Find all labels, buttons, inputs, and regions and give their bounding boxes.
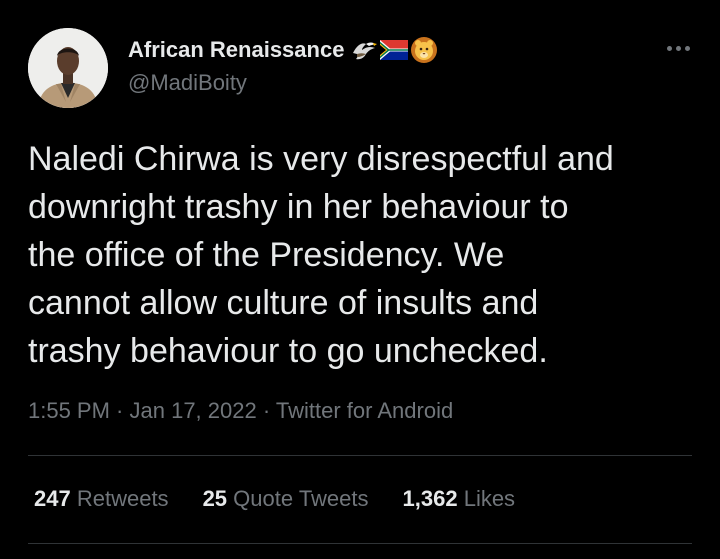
display-name-text: African Renaissance bbox=[128, 37, 345, 62]
likes-count: 1,362 bbox=[402, 486, 458, 511]
tweet-time[interactable]: 1:55 PM bbox=[28, 398, 110, 423]
more-dot bbox=[684, 45, 690, 51]
meta-separator: · bbox=[256, 398, 276, 423]
display-name[interactable]: African Renaissance bbox=[128, 36, 438, 64]
lion-face-emoji-icon bbox=[410, 36, 438, 64]
quote-tweets-label: Quote Tweets bbox=[233, 486, 369, 511]
name-emojis bbox=[348, 36, 438, 64]
retweets-label: Retweets bbox=[76, 486, 169, 511]
tweet-date[interactable]: Jan 17, 2022 bbox=[130, 398, 257, 423]
tweet-text-line: trashy behaviour to go unchecked. bbox=[28, 332, 548, 370]
divider bbox=[28, 455, 692, 456]
likes-label: Likes bbox=[463, 486, 516, 511]
tweet-text-line: Naledi Chirwa is very disrespectful and bbox=[28, 140, 614, 178]
avatar[interactable] bbox=[28, 28, 108, 108]
eagle-emoji-icon bbox=[350, 36, 378, 64]
person-avatar-icon bbox=[28, 28, 108, 108]
meta-separator: · bbox=[109, 398, 130, 423]
divider bbox=[28, 543, 692, 544]
retweets-stat[interactable]: 247 Retweets bbox=[34, 486, 169, 512]
more-dots-icon bbox=[666, 45, 672, 51]
tweet-text-line: downright trashy in her behaviour to bbox=[28, 188, 569, 226]
tweet-text-line: the office of the Presidency. We bbox=[28, 236, 505, 274]
retweets-count: 247 bbox=[34, 486, 71, 511]
tweet-text-line: cannot allow culture of insults and bbox=[28, 284, 539, 322]
tweet-card: African Renaissance @MadiBoity Naledi Ch… bbox=[0, 0, 720, 559]
engagement-stats: 247 Retweets 25 Quote Tweets 1,362 Likes bbox=[34, 486, 549, 512]
more-button[interactable] bbox=[660, 36, 696, 60]
tweet-meta: 1:55 PM · Jan 17, 2022 · Twitter for And… bbox=[28, 398, 453, 424]
tweet-source[interactable]: Twitter for Android bbox=[276, 398, 453, 423]
likes-stat[interactable]: 1,362 Likes bbox=[403, 486, 516, 512]
quote-tweets-stat[interactable]: 25 Quote Tweets bbox=[203, 486, 369, 512]
south-africa-flag-emoji-icon bbox=[380, 36, 409, 64]
quote-tweets-count: 25 bbox=[202, 486, 228, 511]
handle[interactable]: @MadiBoity bbox=[128, 70, 247, 96]
more-dot bbox=[675, 45, 681, 51]
tweet-text: Naledi Chirwa is very disrespectful and … bbox=[28, 135, 708, 375]
